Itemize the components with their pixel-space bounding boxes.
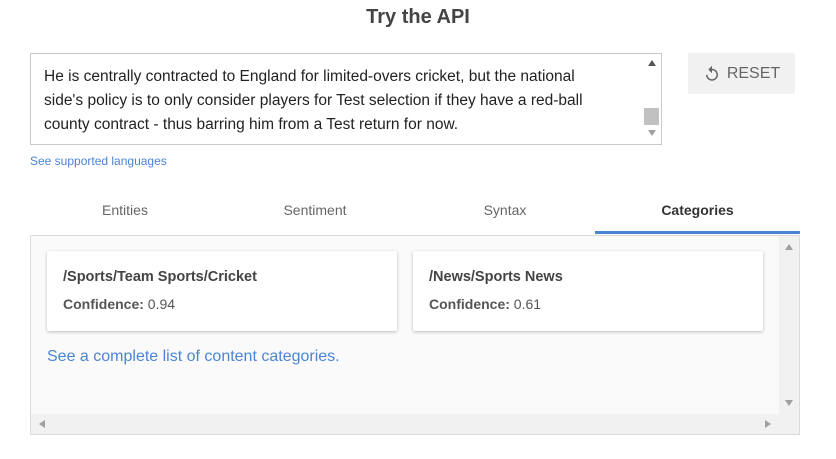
textarea-scrollbar[interactable] <box>643 54 661 144</box>
content-categories-link[interactable]: See a complete list of content categorie… <box>47 348 340 366</box>
tab-categories[interactable]: Categories <box>595 195 800 234</box>
supported-languages-link[interactable]: See supported languages <box>30 154 167 168</box>
scroll-left-arrow-icon[interactable] <box>39 420 45 428</box>
reset-button[interactable]: RESET <box>688 53 795 94</box>
confidence-label: Confidence: <box>63 296 144 312</box>
tab-entities[interactable]: Entities <box>30 195 220 233</box>
category-name: /News/Sports News <box>429 269 563 285</box>
scroll-down-arrow-icon[interactable] <box>785 400 793 406</box>
confidence-value: 0.61 <box>513 296 542 312</box>
confidence-value: 0.94 <box>147 296 176 312</box>
tab-sentiment[interactable]: Sentiment <box>220 195 410 233</box>
scroll-thumb[interactable] <box>644 108 659 125</box>
tab-syntax[interactable]: Syntax <box>410 195 600 233</box>
scroll-down-arrow-icon[interactable] <box>648 130 656 136</box>
scroll-up-arrow-icon[interactable] <box>785 244 793 250</box>
reset-icon <box>705 65 718 81</box>
scroll-up-arrow-icon[interactable] <box>648 60 656 66</box>
reset-label: RESET <box>726 64 781 82</box>
category-card: /Sports/Team Sports/Cricket Confidence: … <box>47 251 397 331</box>
category-confidence: Confidence: 0.94 <box>63 296 175 312</box>
input-text[interactable]: He is centrally contracted to England fo… <box>44 65 604 137</box>
category-name: /Sports/Team Sports/Cricket <box>63 269 257 285</box>
confidence-label: Confidence: <box>429 296 510 312</box>
panel-vertical-scrollbar[interactable] <box>779 236 799 414</box>
page-title: Try the API <box>366 6 470 28</box>
categories-panel: /Sports/Team Sports/Cricket Confidence: … <box>30 235 800 435</box>
scroll-right-arrow-icon[interactable] <box>765 420 771 428</box>
category-confidence: Confidence: 0.61 <box>429 296 541 312</box>
result-tabs: Entities Sentiment Syntax Categories <box>30 195 800 235</box>
panel-horizontal-scrollbar[interactable] <box>31 414 799 434</box>
category-card: /News/Sports News Confidence: 0.61 <box>413 251 763 331</box>
text-input-area[interactable]: He is centrally contracted to England fo… <box>30 53 662 145</box>
